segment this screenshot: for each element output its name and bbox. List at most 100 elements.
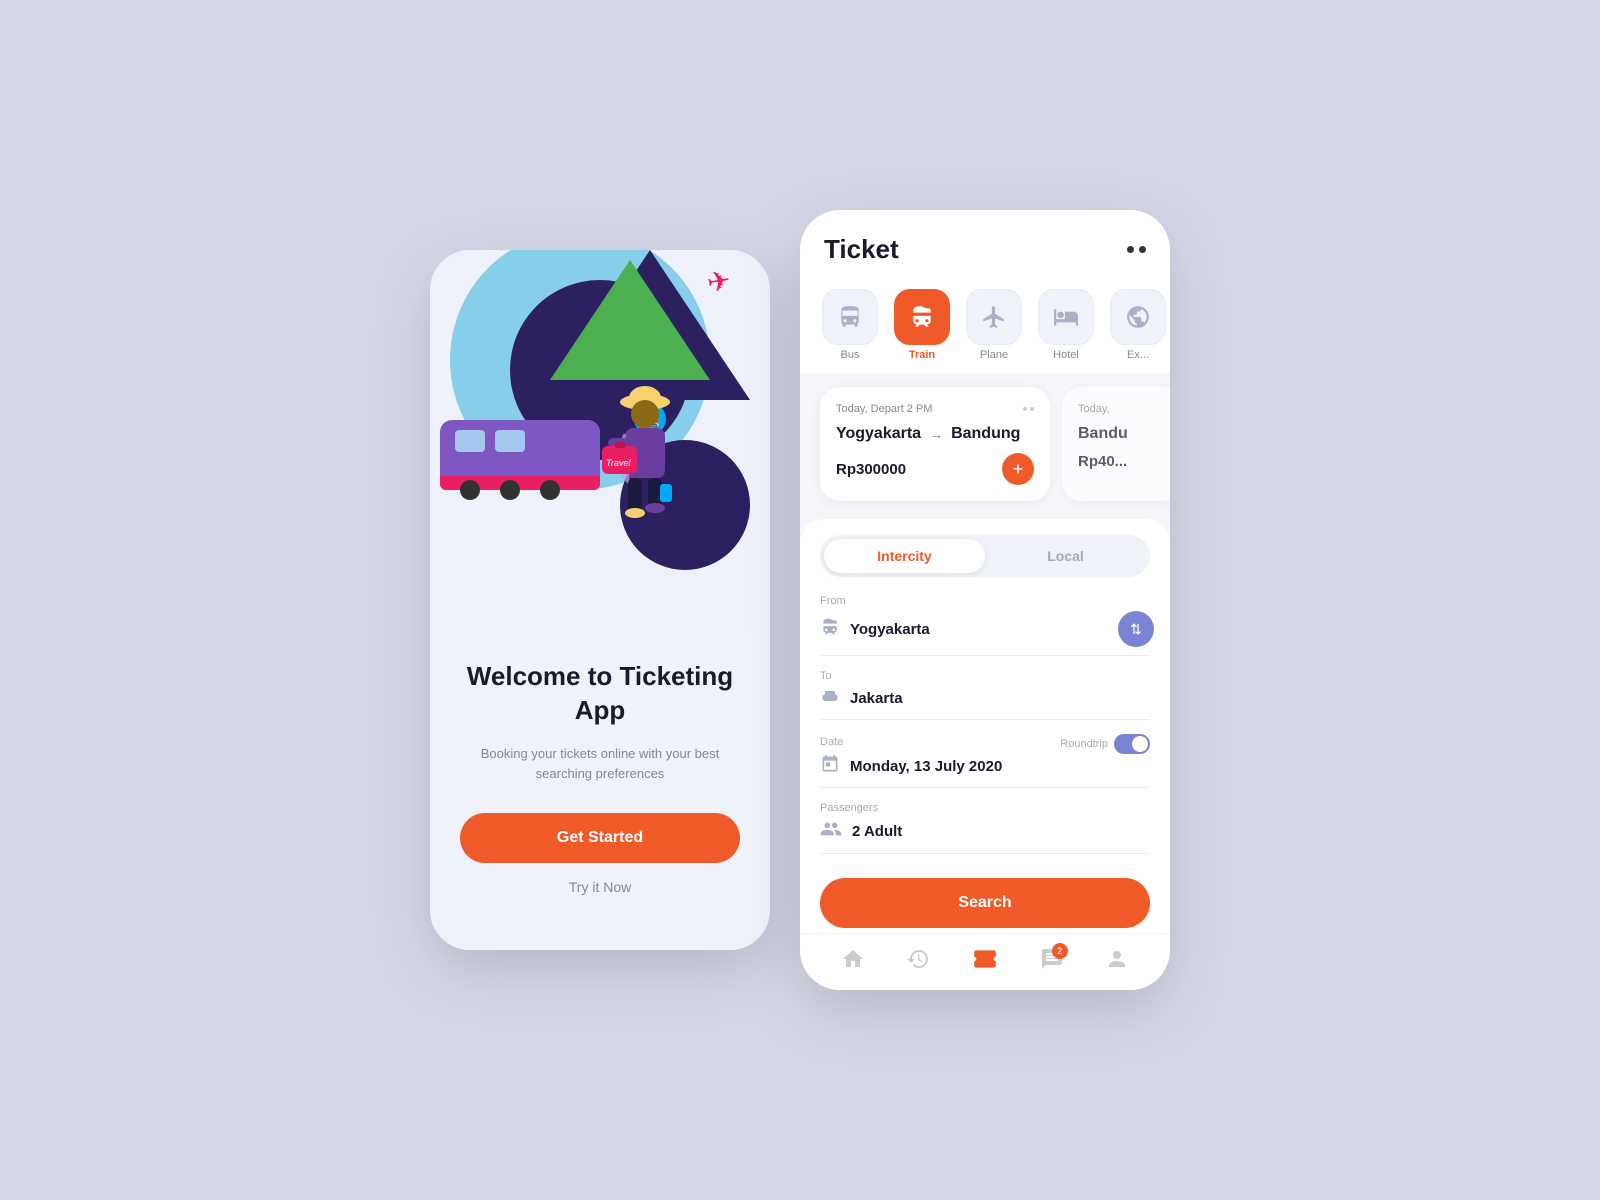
ticket-more-1[interactable]	[1023, 407, 1034, 411]
category-hotel[interactable]: Hotel	[1036, 289, 1096, 361]
from-city-1: Yogyakarta	[836, 425, 921, 443]
ticket-card-2[interactable]: Today, Bandu Rp40...	[1062, 387, 1170, 501]
bottom-nav: 2	[800, 933, 1170, 990]
passengers-icon	[820, 818, 842, 845]
date-input-row	[820, 754, 1150, 788]
welcome-phone: ✈ 🚌	[430, 250, 770, 950]
search-tabs: Intercity Local	[820, 535, 1150, 577]
ticket-header: Ticket	[800, 210, 1170, 281]
dot-1	[1127, 246, 1134, 253]
from-input[interactable]	[850, 621, 1104, 638]
explore-icon-box	[1110, 289, 1166, 345]
hotel-label: Hotel	[1053, 349, 1079, 361]
dot-2	[1139, 246, 1146, 253]
tab-local[interactable]: Local	[985, 539, 1146, 573]
ticket-price-1: Rp300000	[836, 461, 906, 478]
search-button[interactable]: Search	[820, 878, 1150, 928]
welcome-content: Welcome to Ticketing App Booking your ti…	[430, 630, 770, 950]
get-started-button[interactable]: Get Started	[460, 813, 740, 863]
ticket-card-2-route: Bandu	[1078, 425, 1166, 443]
train-wheel-1	[460, 480, 480, 500]
tab-intercity[interactable]: Intercity	[824, 539, 985, 573]
from-city-2: Bandu	[1078, 425, 1128, 443]
bus-label: Bus	[841, 349, 860, 361]
mountain-green	[550, 260, 710, 380]
to-input[interactable]	[850, 690, 1150, 707]
to-city-1: Bandung	[951, 425, 1020, 443]
ticket-card-1-date: Today, Depart 2 PM	[836, 403, 932, 415]
category-explore[interactable]: Ex...	[1108, 289, 1168, 361]
category-train[interactable]: Train	[892, 289, 952, 361]
train-wheel-2	[500, 480, 520, 500]
welcome-title: Welcome to Ticketing App	[460, 660, 740, 728]
add-ticket-button-1[interactable]: +	[1002, 453, 1034, 485]
ticket-phone: Ticket Bus	[800, 210, 1170, 990]
to-label: To	[820, 670, 1150, 682]
ticket-card-2-date: Today,	[1078, 403, 1110, 415]
calendar-icon	[820, 754, 840, 779]
history-icon	[906, 947, 930, 977]
category-bar: Bus Train Plane	[800, 281, 1170, 373]
category-plane[interactable]: Plane	[964, 289, 1024, 361]
from-field: From ⇅	[820, 595, 1150, 656]
roundtrip-row: Roundtrip	[1060, 734, 1150, 754]
from-label: From	[820, 595, 1150, 607]
explore-label: Ex...	[1127, 349, 1149, 361]
train-wheel-3	[540, 480, 560, 500]
ticket-card-1-footer: Rp300000 +	[836, 453, 1034, 485]
phones-container: ✈ 🚌	[430, 210, 1170, 990]
try-now-link[interactable]: Try it Now	[569, 879, 631, 895]
plane-label: Plane	[980, 349, 1008, 361]
swap-button[interactable]: ⇅	[1118, 611, 1154, 647]
train-window-2	[495, 430, 525, 452]
train-label: Train	[909, 349, 935, 361]
nav-profile[interactable]	[1105, 947, 1129, 977]
bus-icon-box	[822, 289, 878, 345]
ticket-card-1[interactable]: Today, Depart 2 PM Yogyakarta → Bandung …	[820, 387, 1050, 501]
illustration-area: ✈ 🚌	[430, 250, 770, 630]
roundtrip-toggle[interactable]	[1114, 734, 1150, 754]
chat-badge: 2	[1052, 943, 1068, 959]
ticket-cards-scroll: Today, Depart 2 PM Yogyakarta → Bandung …	[800, 373, 1170, 515]
to-input-row	[820, 686, 1150, 720]
svg-text:Travel: Travel	[606, 458, 631, 468]
nav-chat[interactable]: 2	[1040, 947, 1064, 977]
from-input-row: ⇅	[820, 611, 1150, 656]
ticket-card-2-header: Today,	[1078, 403, 1166, 415]
home-icon	[841, 947, 865, 977]
ticket-price-2: Rp40...	[1078, 453, 1127, 470]
welcome-subtitle: Booking your tickets online with your be…	[460, 744, 740, 786]
plane-icon: ✈	[704, 263, 733, 300]
passengers-input[interactable]	[852, 823, 1150, 840]
hotel-icon-box	[1038, 289, 1094, 345]
roundtrip-label: Roundtrip	[1060, 738, 1108, 750]
to-field: To	[820, 670, 1150, 720]
train-icon-box	[894, 289, 950, 345]
ticket-card-2-footer: Rp40...	[1078, 453, 1166, 470]
to-train-icon	[820, 686, 840, 711]
more-menu-button[interactable]	[1127, 246, 1146, 253]
date-field: Date Roundtrip	[820, 734, 1150, 788]
route-arrow-1: →	[929, 426, 943, 442]
passengers-field: Passengers	[820, 802, 1150, 854]
person-figure: Travel	[600, 384, 690, 540]
toggle-circle	[1132, 736, 1148, 752]
train-window-1	[455, 430, 485, 452]
nav-tickets[interactable]	[972, 946, 998, 978]
date-input[interactable]	[850, 758, 1150, 775]
train-body	[440, 420, 600, 490]
nav-history[interactable]	[906, 947, 930, 977]
date-label: Date	[820, 736, 843, 748]
profile-icon	[1105, 947, 1129, 977]
ticket-icon	[972, 946, 998, 978]
search-form-section: Intercity Local From ⇅ To	[800, 519, 1170, 933]
ticket-page-title: Ticket	[824, 234, 899, 265]
from-train-icon	[820, 617, 840, 642]
nav-home[interactable]	[841, 947, 865, 977]
passengers-label: Passengers	[820, 802, 1150, 814]
category-bus[interactable]: Bus	[820, 289, 880, 361]
ticket-card-1-route: Yogyakarta → Bandung	[836, 425, 1034, 443]
plane-icon-box	[966, 289, 1022, 345]
date-row: Date Roundtrip	[820, 734, 1150, 754]
ticket-card-1-header: Today, Depart 2 PM	[836, 403, 1034, 415]
